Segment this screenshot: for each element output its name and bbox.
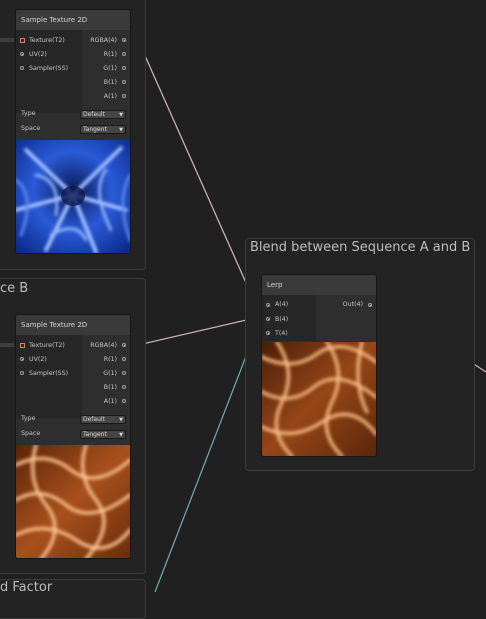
space-label: Space [21, 125, 41, 132]
chevron-down-icon: ▼ [119, 127, 123, 133]
type-value: Default [83, 416, 105, 423]
input-stub-bottom [0, 343, 14, 347]
uv-port[interactable] [20, 357, 24, 361]
node-title: Lerp [262, 275, 376, 295]
port-label-texture: Texture(T2) [29, 37, 65, 44]
port-label-r: R(1) [103, 356, 117, 363]
uv-port[interactable] [20, 52, 24, 56]
port-label-uv: UV(2) [29, 356, 47, 363]
input-stub-top [0, 38, 14, 42]
space-dropdown[interactable]: Tangent ▼ [80, 430, 126, 439]
port-label-g: G(1) [103, 65, 117, 72]
b-out-port[interactable] [122, 385, 126, 389]
node-title: Sample Texture 2D [16, 10, 130, 30]
port-label-a: A(1) [103, 398, 117, 405]
space-value: Tangent [83, 431, 107, 438]
space-dropdown[interactable]: Tangent ▼ [80, 125, 126, 134]
port-label-r: R(1) [103, 51, 117, 58]
group-blend-title: Blend between Sequence A and B [250, 240, 471, 255]
chevron-down-icon: ▼ [119, 432, 123, 438]
group-sequence-b-title: ce B [0, 281, 29, 296]
sample-texture-2d-node-bottom[interactable]: Sample Texture 2D Texture(T2) UV(2) Samp… [15, 314, 131, 559]
port-label-b: B(1) [103, 384, 117, 391]
a-in-port[interactable] [266, 303, 270, 307]
port-label-rgba: RGBA(4) [90, 37, 117, 44]
a-out-port[interactable] [122, 399, 126, 403]
g-out-port[interactable] [122, 371, 126, 375]
node-title: Sample Texture 2D [16, 315, 130, 335]
node-ports-inputs [262, 295, 316, 341]
r-out-port[interactable] [122, 52, 126, 56]
sampler-port[interactable] [20, 66, 24, 70]
type-label: Type [21, 415, 36, 422]
a-out-port[interactable] [122, 94, 126, 98]
wire-bottom-rgba-to-lerp-b[interactable] [128, 317, 263, 346]
wire-top-rgba-to-lerp-a[interactable] [128, 39, 263, 304]
b-out-port[interactable] [122, 80, 126, 84]
type-dropdown[interactable]: Default ▼ [80, 415, 126, 424]
port-label-texture: Texture(T2) [29, 342, 65, 349]
port-label-sampler: Sampler(SS) [29, 65, 69, 72]
b-in-port[interactable] [266, 317, 270, 321]
r-out-port[interactable] [122, 357, 126, 361]
port-label-t: T(4) [275, 330, 288, 337]
lerp-preview [262, 342, 376, 456]
port-label-out: Out(4) [342, 301, 363, 308]
port-label-g: G(1) [103, 370, 117, 377]
port-label-uv: UV(2) [29, 51, 47, 58]
t-in-port[interactable] [266, 331, 270, 335]
space-value: Tangent [83, 126, 107, 133]
port-label-a: A(1) [103, 93, 117, 100]
rgba-out-port[interactable] [122, 343, 126, 347]
rgba-out-port[interactable] [122, 38, 126, 42]
texture-port[interactable] [20, 343, 25, 348]
texture-preview-fire [16, 445, 130, 558]
group-factor-title: d Factor [0, 580, 53, 595]
texture-preview-blue [16, 140, 130, 253]
out-port[interactable] [368, 303, 372, 307]
type-label: Type [21, 110, 36, 117]
type-dropdown[interactable]: Default ▼ [80, 110, 126, 119]
port-label-rgba: RGBA(4) [90, 342, 117, 349]
port-label-sampler: Sampler(SS) [29, 370, 69, 377]
sample-texture-2d-node-top[interactable]: Sample Texture 2D Texture(T2) UV(2) Samp… [15, 9, 131, 254]
texture-port[interactable] [20, 38, 25, 43]
lerp-node[interactable]: Lerp A(4) B(4) T(4) Out(4) [261, 274, 377, 457]
port-label-b: B(1) [103, 79, 117, 86]
sampler-port[interactable] [20, 371, 24, 375]
type-value: Default [83, 111, 105, 118]
g-out-port[interactable] [122, 66, 126, 70]
port-label-a: A(4) [275, 301, 289, 308]
chevron-down-icon: ▼ [119, 417, 123, 423]
space-label: Space [21, 430, 41, 437]
chevron-down-icon: ▼ [119, 112, 123, 118]
port-label-b: B(4) [275, 316, 289, 323]
